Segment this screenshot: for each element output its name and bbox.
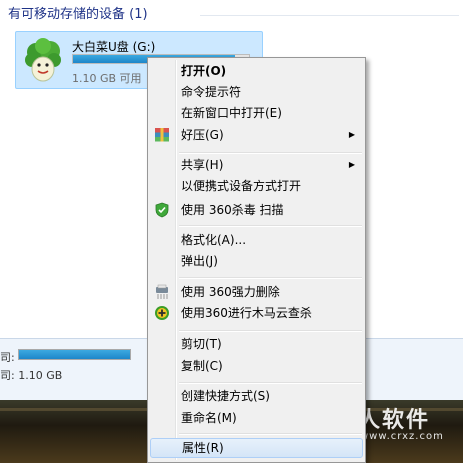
menu-item-360-scan[interactable]: 使用 360杀毒 扫描 — [150, 200, 363, 220]
menu-item-eject[interactable]: 弹出(J) — [150, 251, 363, 271]
menu-item-rename[interactable]: 重命名(M) — [150, 408, 363, 428]
submenu-arrow-icon: ▶ — [348, 160, 355, 169]
details-usage-bar — [18, 349, 131, 360]
menu-item-open[interactable]: 打开(O) — [150, 61, 363, 81]
submenu-arrow-icon: ▶ — [348, 130, 355, 139]
haozip-icon — [155, 128, 169, 142]
menu-item-haozip-label: 好压(G) — [181, 128, 224, 142]
menu-item-command-prompt[interactable]: 命令提示符 — [150, 82, 363, 102]
menu-item-cut[interactable]: 剪切(T) — [150, 334, 363, 354]
menu-separator — [179, 433, 362, 435]
details-label-free: 司: 1.10 GB — [0, 369, 63, 382]
shredder-icon — [156, 284, 168, 299]
menu-item-360-trojan-scan-label: 使用360进行木马云查杀 — [181, 306, 312, 320]
menu-separator — [179, 277, 362, 279]
menu-item-haozip[interactable]: 好压(G) ▶ — [150, 125, 363, 145]
360-antivirus-shield-icon — [155, 202, 169, 218]
menu-item-create-shortcut[interactable]: 创建快捷方式(S) — [150, 386, 363, 406]
menu-item-360-scan-label: 使用 360杀毒 扫描 — [181, 203, 284, 217]
menu-item-360-trojan-scan[interactable]: 使用360进行木马云查杀 — [150, 303, 363, 323]
menu-item-copy[interactable]: 复制(C) — [150, 356, 363, 376]
menu-item-format[interactable]: 格式化(A)... — [150, 230, 363, 250]
group-header[interactable]: 有可移动存储的设备 (1) — [8, 4, 148, 26]
menu-separator — [179, 382, 362, 384]
drive-name: 大白菜U盘 (G:) — [72, 40, 156, 54]
cabbage-drive-icon — [25, 38, 61, 82]
menu-separator — [179, 225, 362, 227]
menu-item-360-force-delete-label: 使用 360强力删除 — [181, 285, 280, 299]
menu-item-share-label: 共享(H) — [181, 158, 224, 172]
menu-item-open-new-window[interactable]: 在新窗口中打开(E) — [150, 103, 363, 123]
360-plus-icon — [155, 306, 169, 320]
details-usage-fill — [19, 350, 130, 359]
menu-item-share[interactable]: 共享(H) ▶ — [150, 155, 363, 175]
watermark-url: www.crxz.com — [360, 431, 444, 442]
drive-free-space: 1.10 GB 可用 — [72, 72, 142, 85]
menu-item-open-portable[interactable]: 以便携式设备方式打开 — [150, 176, 363, 196]
menu-separator — [179, 330, 362, 332]
menu-item-properties[interactable]: 属性(R) — [150, 438, 363, 458]
context-menu: 打开(O) 命令提示符 在新窗口中打开(E) 好压(G) ▶ 共享(H) ▶ 以… — [147, 57, 366, 463]
menu-separator — [179, 152, 362, 154]
group-divider — [200, 15, 459, 16]
menu-item-360-force-delete[interactable]: 使用 360强力删除 — [150, 282, 363, 302]
details-label-used: 司: — [0, 351, 15, 364]
